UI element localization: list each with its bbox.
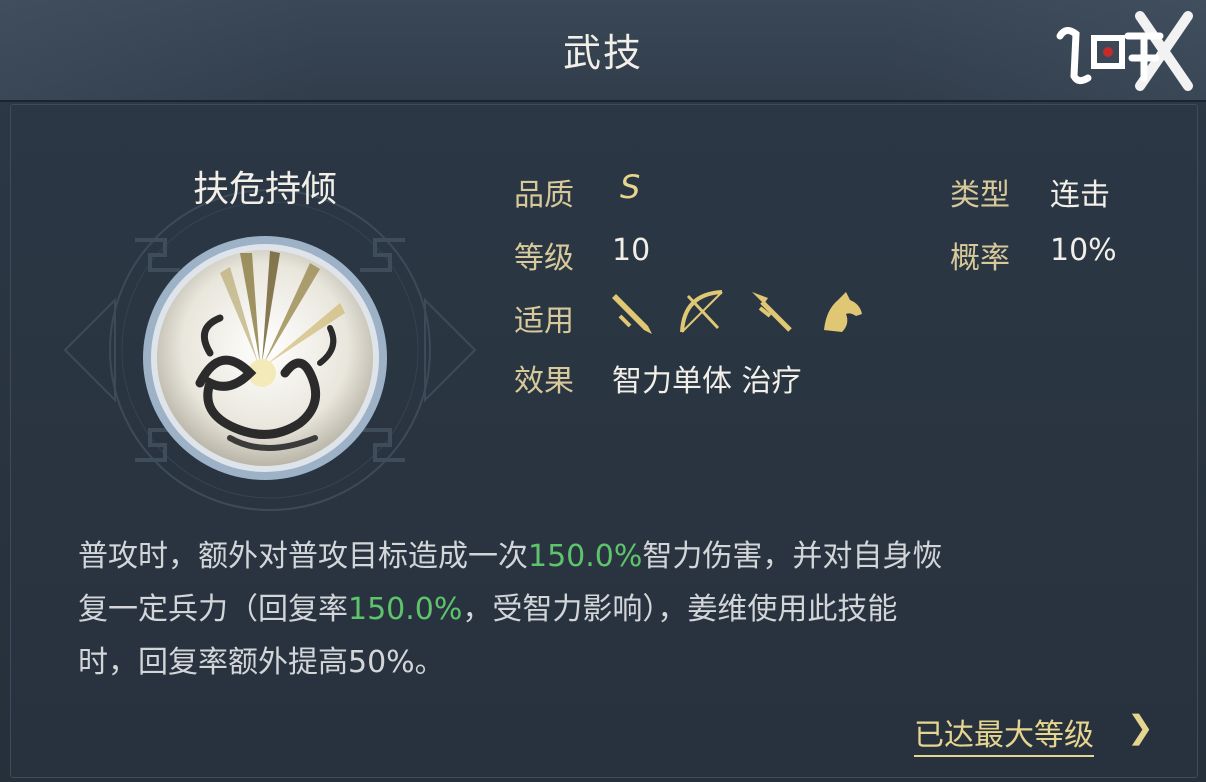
chance-value: 10%	[1050, 233, 1117, 268]
desc-text: 时，回复率额外提高50%。	[78, 645, 445, 680]
skill-description: 普攻时，额外对普攻目标造成一次150.0%智力伤害，并对自身恢 复一定兵力（回复…	[78, 530, 1128, 689]
desc-text: 普攻时，额外对普攻目标造成一次	[78, 539, 528, 574]
chance-label: 概率	[950, 241, 1010, 276]
game-logo	[1056, 11, 1193, 91]
skill-emblem-icon	[143, 236, 387, 480]
max-level-link[interactable]: 已达最大等级	[914, 710, 1094, 757]
type-value: 连击	[1050, 178, 1110, 213]
chevron-right-icon[interactable]: ❯	[1127, 708, 1154, 746]
quality-value: S	[620, 168, 641, 206]
usable-label: 适用	[514, 304, 574, 339]
desc-text: ，受智力影响），姜维使用此技能	[462, 592, 898, 627]
spear-icon	[752, 292, 792, 332]
effect-value: 智力单体 治疗	[612, 364, 802, 399]
desc-text: 复一定兵力（回复率	[78, 592, 348, 627]
quality-label: 品质	[514, 178, 574, 213]
header-bar: 武技	[0, 0, 1206, 102]
desc-highlight: 150.0%	[348, 592, 463, 627]
sword-icon	[612, 294, 652, 334]
level-label: 等级	[514, 241, 574, 276]
skill-name: 扶危持倾	[192, 169, 337, 210]
effect-label: 效果	[514, 364, 574, 399]
type-label: 类型	[950, 178, 1010, 213]
horse-icon	[824, 292, 862, 332]
level-value: 10	[612, 233, 651, 268]
desc-highlight: 150.0%	[528, 539, 643, 574]
bow-icon	[680, 290, 723, 333]
desc-text: 智力伤害，并对自身恢	[642, 539, 943, 574]
page-title: 武技	[562, 31, 643, 75]
